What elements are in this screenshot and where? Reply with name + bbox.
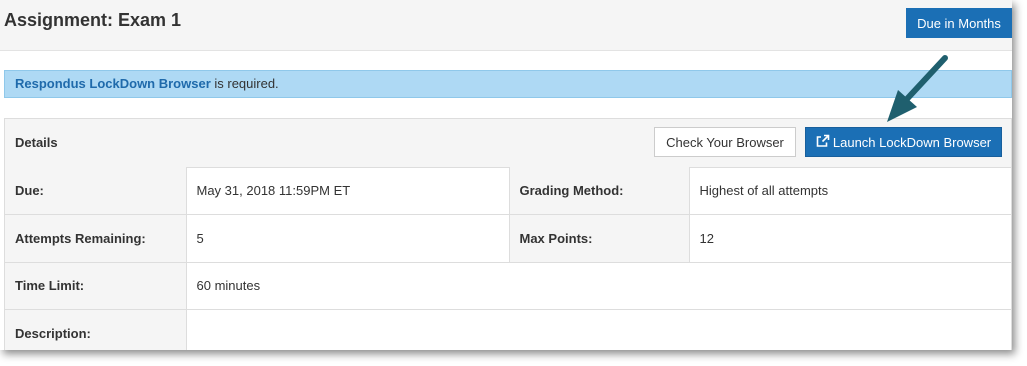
due-in-months-button[interactable]: Due in Months [906,8,1012,38]
table-row: Due: May 31, 2018 11:59PM ET Grading Met… [5,167,1011,215]
time-limit-label: Time Limit: [5,261,187,310]
check-your-browser-button[interactable]: Check Your Browser [654,127,796,157]
description-label: Description: [5,309,187,350]
lockdown-required-alert: Respondus LockDown Browser is required. [4,70,1012,98]
launch-button-label: Launch LockDown Browser [832,134,992,150]
alert-text: is required. [210,76,279,91]
assignment-panel: Assignment: Exam 1 Due in Months Respond… [0,0,1012,350]
max-points-value: 12 [689,214,1011,262]
attempts-remaining-label: Attempts Remaining: [5,214,187,262]
details-table: Due: May 31, 2018 11:59PM ET Grading Met… [5,167,1011,350]
due-value: May 31, 2018 11:59PM ET [186,167,510,215]
grading-method-label: Grading Method: [509,167,690,215]
time-limit-value: 60 minutes [186,261,1011,310]
launch-lockdown-browser-button[interactable]: Launch LockDown Browser [805,127,1002,157]
due-label: Due: [5,167,187,215]
external-link-icon [816,134,830,151]
grading-method-value: Highest of all attempts [699,183,829,198]
page-title: Assignment: Exam 1 [4,10,182,30]
respondus-lockdown-link[interactable]: Respondus LockDown Browser [15,76,211,91]
table-row: Description: [5,309,1011,350]
details-panel: Details Check Your Browser Launch LockDo… [4,118,1012,350]
attempts-remaining-value: 5 [186,214,510,262]
page-header: Assignment: Exam 1 Due in Months [0,0,1012,51]
max-points-label: Max Points: [509,214,690,262]
description-value [186,309,1011,350]
table-row: Time Limit: 60 minutes [5,261,1011,310]
details-title: Details [15,135,58,150]
details-header: Details Check Your Browser Launch LockDo… [5,119,1011,168]
table-row: Attempts Remaining: 5 Max Points: 12 [5,214,1011,262]
